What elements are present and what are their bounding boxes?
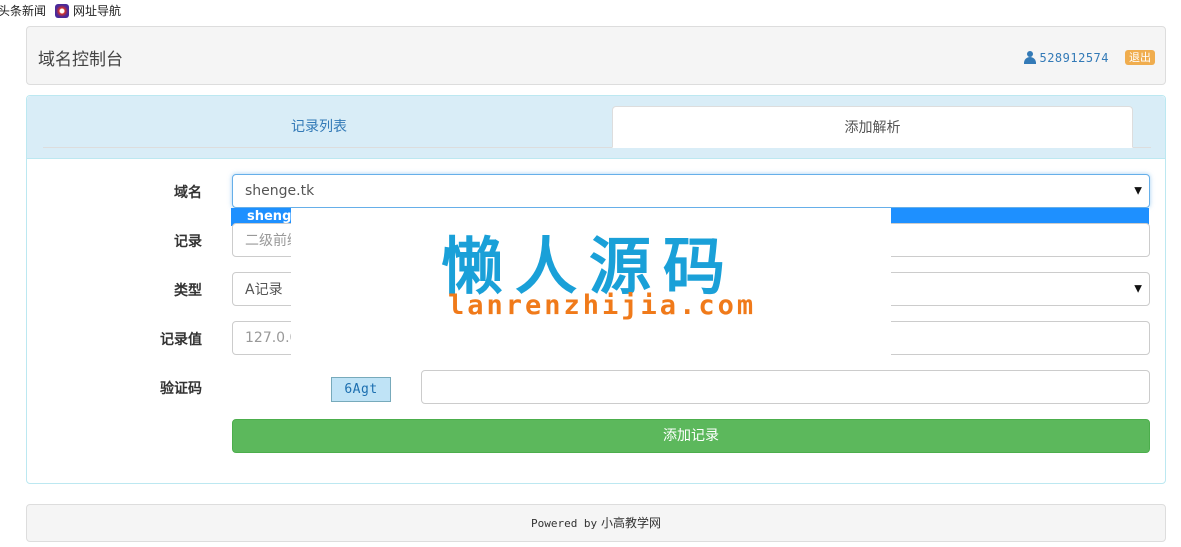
user-id[interactable]: 528912574 xyxy=(1039,51,1109,65)
domain-select-value: shenge.tk xyxy=(245,183,315,199)
captcha-label: 验证码 xyxy=(160,381,202,397)
console-header: 域名控制台 528912574 退出 xyxy=(26,26,1166,85)
footer-powered-by: Powered by xyxy=(530,517,598,530)
bookmark-site-nav[interactable]: 网址导航 xyxy=(55,0,121,22)
footer: Powered by 小高教学网 xyxy=(26,504,1166,542)
record-label: 记录 xyxy=(174,234,202,250)
user-box: 528912574 退出 xyxy=(1024,50,1155,65)
logout-button[interactable]: 退出 xyxy=(1125,50,1155,65)
domain-label: 域名 xyxy=(174,185,202,201)
bookmark-site-nav-label: 网址导航 xyxy=(73,4,122,18)
panel-heading: 记录列表 添加解析 xyxy=(27,96,1165,159)
add-record-button[interactable]: 添加记录 xyxy=(232,419,1150,453)
domain-select[interactable]: shenge.tk ▼ xyxy=(232,174,1150,208)
watermark-url: lanrenzhijia.com xyxy=(448,290,757,321)
bookmarks-bar: 头条新闻 网址导航 xyxy=(0,0,1181,22)
watermark-overlay: 懒人源码 lanrenzhijia.com xyxy=(291,208,891,356)
footer-site-link[interactable]: 小高教学网 xyxy=(601,516,661,530)
bookmark-headline-news[interactable]: 头条新闻 xyxy=(0,0,46,22)
record-value-label: 记录值 xyxy=(160,332,202,348)
type-select-value: A记录 xyxy=(245,282,283,298)
type-label: 类型 xyxy=(174,283,202,299)
caret-down-icon: ▼ xyxy=(1134,185,1142,197)
caret-down-icon: ▼ xyxy=(1134,283,1142,295)
user-icon xyxy=(1024,51,1037,64)
globe-icon xyxy=(55,4,69,18)
tab-record-list[interactable]: 记录列表 xyxy=(43,106,595,148)
captcha-image[interactable]: 6Agt xyxy=(331,377,391,402)
captcha-input[interactable] xyxy=(421,370,1150,404)
page-title: 域名控制台 xyxy=(38,50,123,70)
tab-add-record[interactable]: 添加解析 xyxy=(612,106,1133,148)
